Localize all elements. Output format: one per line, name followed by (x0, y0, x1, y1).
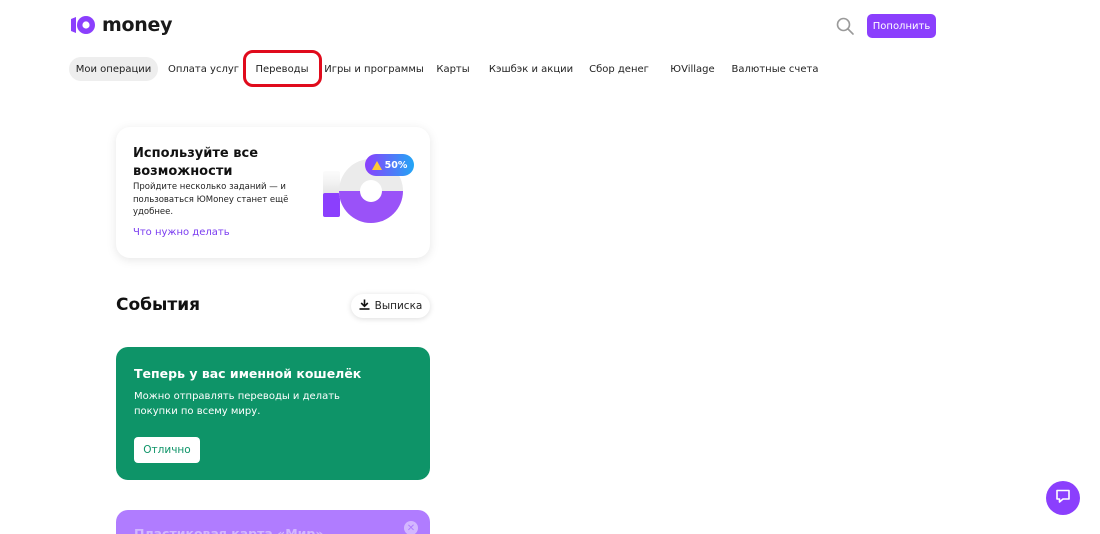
nav-item-currency-accounts[interactable]: Валютные счета (732, 57, 819, 81)
download-icon (359, 299, 370, 313)
nav-item-fundraising[interactable]: Сбор денег (589, 57, 649, 81)
promo-card: Используйте все возможности Пройдите нес… (116, 127, 430, 258)
statement-label: Выписка (374, 300, 423, 312)
promo-title: Используйте все возможности (133, 146, 259, 179)
warning-icon (371, 160, 382, 170)
events-title: События (116, 295, 201, 315)
nav-item-my-operations[interactable]: Мои операции (69, 57, 158, 81)
search-icon[interactable] (835, 16, 855, 36)
statement-button[interactable]: Выписка (351, 294, 430, 318)
nav-item-cards[interactable]: Карты (435, 57, 471, 81)
nav-item-yuvillage[interactable]: ЮVillage (670, 57, 715, 81)
nav-item-transfers[interactable]: Переводы (251, 57, 313, 81)
named-wallet-title: Теперь у вас именной кошелёк (134, 366, 362, 381)
nav-item-payments[interactable]: Оплата услуг (167, 57, 240, 81)
logo-icon (70, 15, 96, 35)
nav-item-games[interactable]: Игры и программы (324, 57, 424, 81)
promo-link[interactable]: Что нужно делать (133, 227, 230, 238)
chat-button[interactable] (1046, 481, 1080, 515)
chat-icon (1055, 488, 1071, 508)
mir-card-title: Пластиковая карта «Мир» (134, 526, 324, 534)
named-wallet-card: Теперь у вас именной кошелёк Можно отпра… (116, 347, 430, 480)
logo[interactable]: money (70, 14, 172, 36)
close-icon[interactable]: ✕ (404, 521, 418, 534)
ok-button[interactable]: Отлично (134, 437, 200, 463)
mir-card-banner: Пластиковая карта «Мир» ✕ (116, 510, 430, 534)
nav-item-cashback[interactable]: Кэшбэк и акции (489, 57, 573, 81)
promo-description: Пройдите несколько заданий — и пользоват… (133, 182, 289, 217)
topup-button[interactable]: Пополнить (867, 14, 936, 38)
named-wallet-description: Можно отправлять переводы и делать покуп… (134, 391, 340, 417)
progress-badge: 50% (365, 154, 414, 176)
logo-text: money (102, 14, 173, 36)
